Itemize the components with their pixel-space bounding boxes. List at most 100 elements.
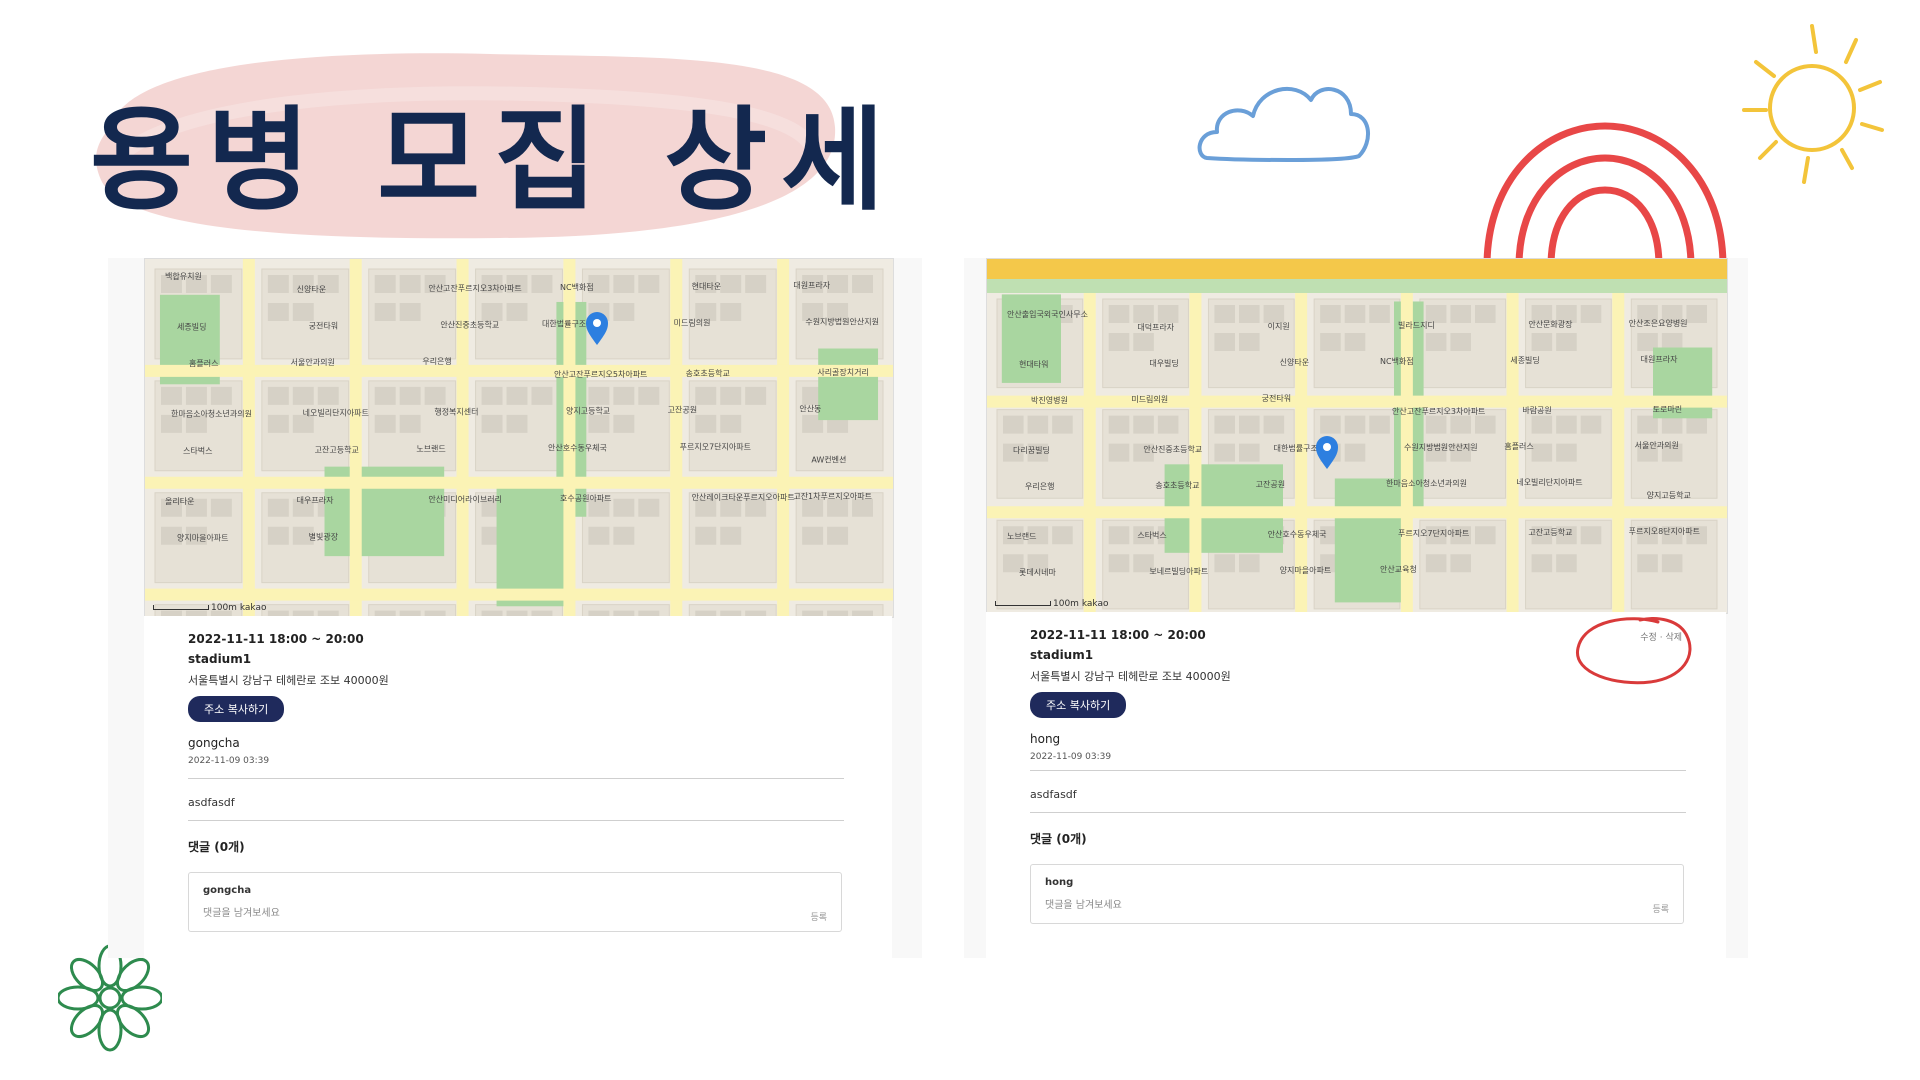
map-label: 양지고등학교 xyxy=(1647,490,1691,500)
map-scale: 100m kakao xyxy=(995,599,1108,609)
map-label: 현대타운 xyxy=(692,282,721,291)
author-name: gongcha xyxy=(188,736,240,750)
map-label: 노브랜드 xyxy=(1007,531,1036,541)
author-name: hong xyxy=(1030,732,1061,746)
map-building xyxy=(374,414,396,433)
map-view[interactable]: 안산출입국외국인사무소 대덕프라자 이지원 빌라드지디 안산문화광장 안산조은요양병원 현대… xyxy=(986,258,1728,614)
comment-input[interactable] xyxy=(201,903,765,923)
map-label: NC백화점 xyxy=(560,282,594,292)
post-detail-panel-right: 안산출입국외국인사무소 대덕프라자 이지원 빌라드지디 안산문화광장 안산조은요양병원 현대… xyxy=(964,258,1748,958)
map-building xyxy=(638,275,660,293)
map-building xyxy=(399,386,421,405)
comment-submit-button[interactable]: 등록 xyxy=(1652,902,1669,915)
map-building xyxy=(1320,415,1341,434)
map-label: 안산고잔푸르지오3차아파트 xyxy=(428,283,521,293)
map-building xyxy=(292,303,314,321)
map-label: 바람공원 xyxy=(1522,405,1551,415)
stadium-name: stadium1 xyxy=(188,652,252,666)
map-building xyxy=(267,275,289,293)
map-building xyxy=(1475,415,1496,434)
map-label: 대우프라자 xyxy=(297,496,334,505)
map-label: 송호초등학교 xyxy=(1155,480,1199,490)
map-building xyxy=(506,303,528,321)
flower-icon xyxy=(58,944,162,1052)
map-building xyxy=(1239,415,1260,434)
map-building xyxy=(802,526,824,545)
map-building xyxy=(638,498,660,517)
map-building xyxy=(613,275,635,293)
map-building xyxy=(720,386,742,405)
map-label: 올리타운 xyxy=(165,497,194,506)
map-label: 네오빌리단지아파트 xyxy=(303,408,369,418)
map-building xyxy=(374,386,396,405)
map-road xyxy=(456,259,469,617)
map-building xyxy=(1344,443,1366,462)
map-building xyxy=(267,303,289,321)
map-building xyxy=(1133,415,1154,434)
highlight-circle xyxy=(1576,617,1692,685)
map-label: 고잔고등학교 xyxy=(1528,527,1572,537)
map-building xyxy=(1450,305,1471,323)
map-building xyxy=(267,526,289,545)
map-building xyxy=(1003,415,1024,434)
divider xyxy=(188,778,844,779)
map-building xyxy=(1531,554,1553,573)
map-building xyxy=(1686,415,1707,434)
map-building xyxy=(317,386,339,405)
map-road xyxy=(145,476,893,489)
comments-heading: 댓글 (0개) xyxy=(1030,832,1087,846)
map-building xyxy=(1531,415,1553,434)
map-building xyxy=(1052,415,1073,434)
map-building xyxy=(720,414,742,433)
map-building xyxy=(1052,526,1073,545)
copy-address-button[interactable]: 주소 복사하기 xyxy=(188,696,285,722)
map-label: 안산문화광장 xyxy=(1528,319,1573,329)
map-label: 수원지방법원안산지원 xyxy=(1404,442,1478,452)
post-detail-panel-left: 백합유치원 신양타운 안산고잔푸르지오3차아파트 NC백화점 현대타운 대원프라자 세종빌딩… xyxy=(108,258,922,958)
copy-address-button[interactable]: 주소 복사하기 xyxy=(1030,692,1127,718)
map-building xyxy=(1450,554,1471,573)
map-building xyxy=(1214,415,1235,434)
map-label: 양지마을아파트 xyxy=(1280,565,1332,575)
map-label: 별빛광장 xyxy=(309,531,339,541)
map-building xyxy=(1239,443,1260,462)
map-label: 푸르지오8단지아파트 xyxy=(1629,526,1700,536)
map-canvas[interactable]: 백합유치원신양타운 안산고잔푸르지오3차아파트 NC백화점 현대타운 대원프라자세종빌딩… xyxy=(145,259,893,617)
match-date: 2022-11-11 18:00 ~ 20:00 xyxy=(188,632,364,646)
map-building xyxy=(695,414,717,433)
map-view[interactable]: 백합유치원 신양타운 안산고잔푸르지오3차아파트 NC백화점 현대타운 대원프라자 세종빌딩… xyxy=(144,258,894,618)
map-label: 대우빌딩 xyxy=(1149,358,1178,368)
map-label: 안산진중초등학교 xyxy=(1143,444,1202,454)
map-label: 한마음소아청소년과의원 xyxy=(1386,478,1467,488)
page-title: 용병 모집 상세 xyxy=(90,96,899,226)
map-building xyxy=(613,414,635,433)
map-building xyxy=(1214,554,1235,573)
map-building xyxy=(1450,333,1471,351)
map-label: 고잔1차푸르지오아파트 xyxy=(793,491,872,501)
map-label: 궁전타워 xyxy=(1262,393,1291,403)
map-label: 대원프라자 xyxy=(793,281,830,290)
map-label: 안산진중초등학교 xyxy=(440,320,499,330)
map-building xyxy=(1425,415,1447,434)
map-label: 안산호수동우체국 xyxy=(548,442,607,452)
map-road xyxy=(1506,259,1519,613)
map-label: 노브랜드 xyxy=(416,443,445,453)
map-label: 푸르지오7단지아파트 xyxy=(680,441,751,451)
map-label: 안산동 xyxy=(799,404,821,414)
map-label: 한마음소아청소년과의원 xyxy=(171,409,252,419)
map-building xyxy=(267,386,289,405)
map-building xyxy=(827,498,849,517)
map-building xyxy=(613,526,635,545)
map-label: 안산조은요양병원 xyxy=(1629,318,1688,328)
map-brand: kakao xyxy=(239,603,267,613)
map-building xyxy=(588,414,610,433)
map-label: 보네르빌딩아파트 xyxy=(1149,566,1208,576)
comment-submit-button[interactable]: 등록 xyxy=(810,910,827,923)
map-building xyxy=(588,526,610,545)
comment-input[interactable] xyxy=(1043,895,1607,915)
map-canvas[interactable]: 안산출입국외국인사무소대덕프라자 이지원 빌라드지디 안산문화광장 안산조은요양병원현대… xyxy=(987,259,1727,613)
map-building xyxy=(613,303,635,321)
map-label: 푸르지오7단지아파트 xyxy=(1398,528,1469,538)
map-building xyxy=(745,275,767,293)
map-label: NC백화점 xyxy=(1380,356,1414,366)
